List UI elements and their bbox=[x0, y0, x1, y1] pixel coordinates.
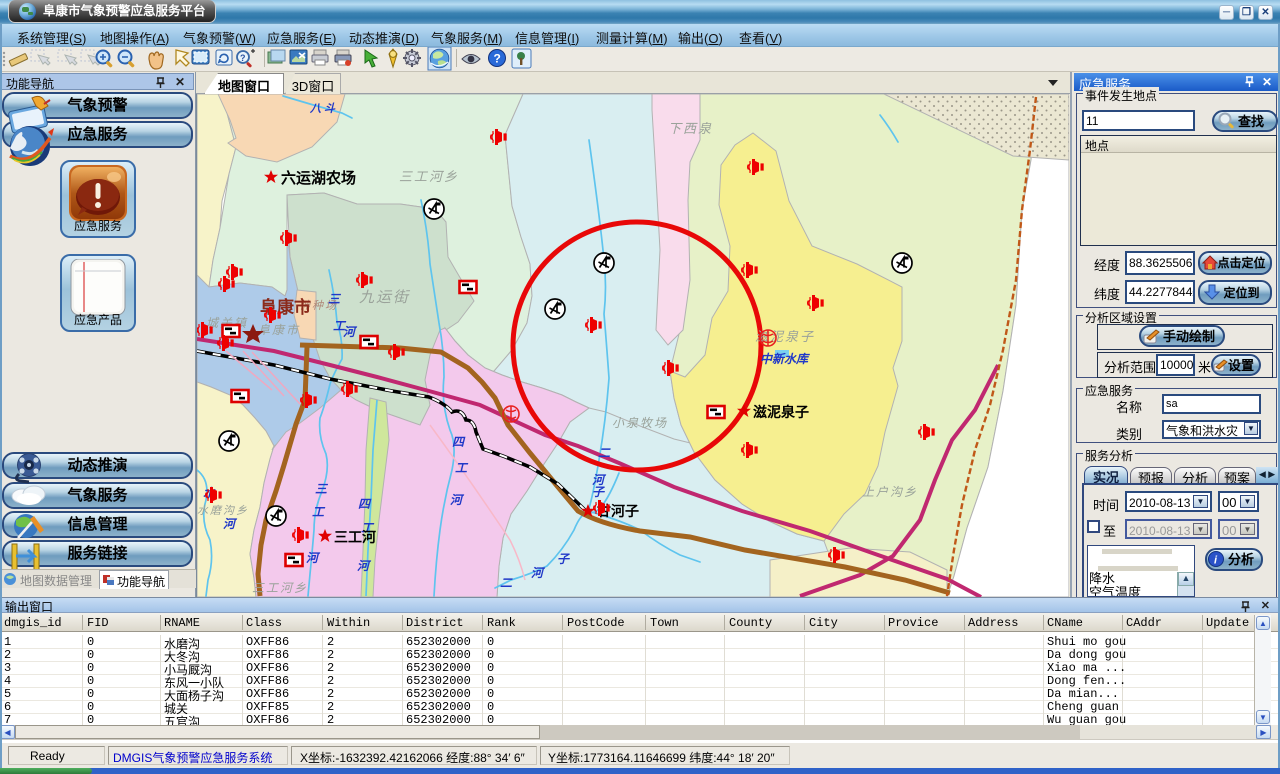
svg-text:上户沟乡: 上户沟乡 bbox=[862, 485, 918, 499]
svg-text:下西泉: 下西泉 bbox=[668, 121, 713, 136]
svg-text:六运湖农场: 六运湖农场 bbox=[281, 169, 356, 187]
svg-text:中新水库: 中新水库 bbox=[760, 352, 810, 366]
svg-text:三: 三 bbox=[328, 292, 342, 306]
svg-text:四: 四 bbox=[358, 497, 372, 511]
svg-text:水磨沟乡: 水磨沟乡 bbox=[197, 504, 249, 517]
svg-text:三工河: 三工河 bbox=[334, 529, 376, 545]
svg-text:八 斗: 八 斗 bbox=[309, 102, 336, 115]
svg-text:四: 四 bbox=[452, 435, 466, 449]
svg-text:二: 二 bbox=[598, 446, 611, 460]
svg-text:子: 子 bbox=[592, 485, 606, 499]
svg-text:工: 工 bbox=[455, 461, 469, 475]
svg-text:?: ? bbox=[494, 52, 501, 66]
svg-text:小泉牧场: 小泉牧场 bbox=[612, 416, 668, 430]
svg-text:阜康市: 阜康市 bbox=[260, 297, 311, 317]
svg-text:子: 子 bbox=[557, 552, 571, 566]
svg-text:三工河乡: 三工河乡 bbox=[252, 581, 308, 595]
svg-text:工: 工 bbox=[312, 505, 326, 519]
svg-text:阜康市: 阜康市 bbox=[258, 323, 300, 337]
svg-text:二: 二 bbox=[500, 576, 513, 590]
svg-text:?: ? bbox=[240, 53, 246, 63]
svg-text:三: 三 bbox=[315, 482, 329, 496]
svg-text:三工河乡: 三工河乡 bbox=[399, 169, 459, 184]
svg-text:滋泥泉子: 滋泥泉子 bbox=[753, 404, 809, 420]
svg-text:九运街: 九运街 bbox=[359, 289, 411, 306]
